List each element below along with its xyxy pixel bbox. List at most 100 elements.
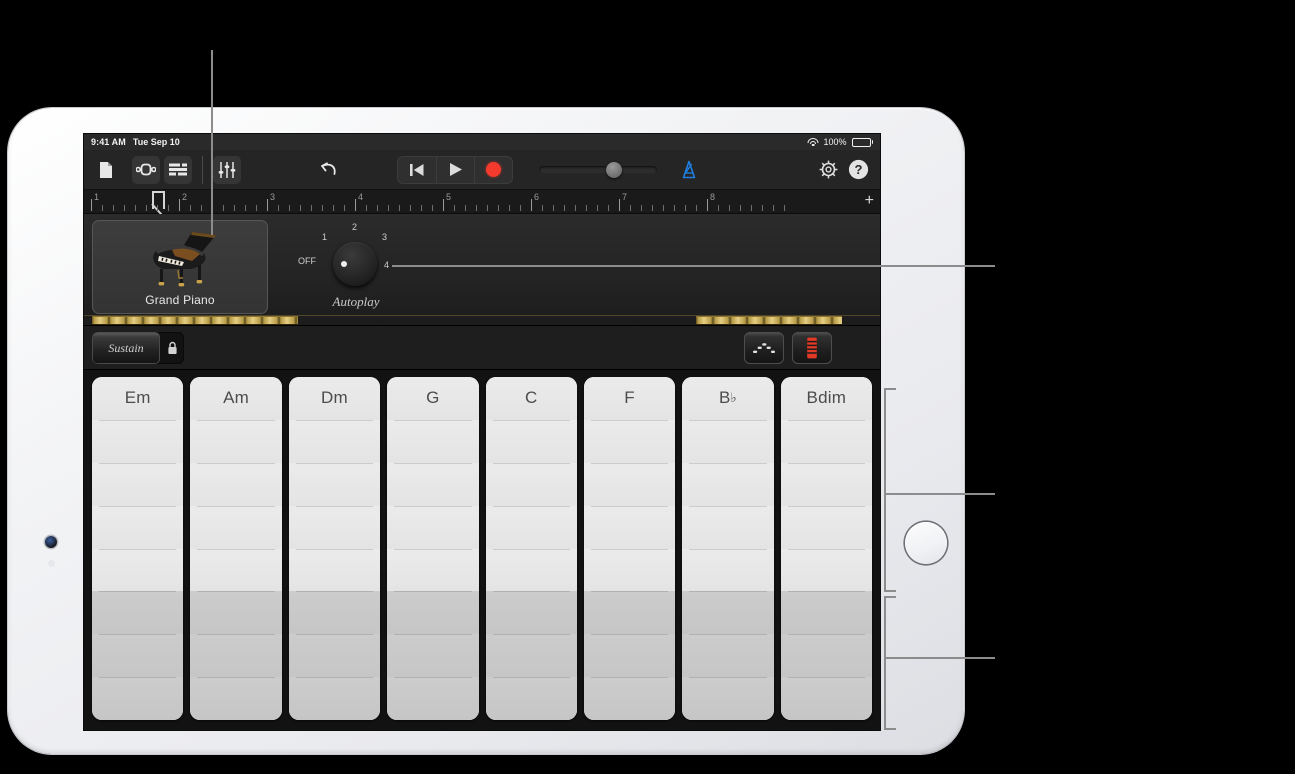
undo-icon[interactable] (313, 156, 341, 184)
chord-strip-row-dark[interactable] (583, 634, 676, 678)
chord-strip[interactable]: B♭ (682, 377, 774, 720)
chord-strip-row-light[interactable] (288, 462, 381, 506)
loop-browser-icon[interactable] (132, 155, 160, 184)
master-volume-slider[interactable] (539, 161, 657, 178)
autoplay-label-off[interactable]: OFF (298, 256, 316, 266)
chord-strip-header[interactable]: G (387, 377, 479, 420)
autoplay-label-4[interactable]: 4 (384, 260, 389, 270)
chord-strip-row-light[interactable] (288, 419, 381, 463)
chord-strip-row-dark[interactable] (682, 591, 774, 635)
record-icon[interactable] (474, 156, 512, 183)
chord-strip-row-light[interactable] (780, 419, 872, 463)
chord-strip-row-light[interactable] (387, 419, 479, 463)
autoplay-label-3[interactable]: 3 (382, 232, 387, 242)
chord-strip-row-dark[interactable] (583, 591, 676, 635)
chord-strip-row-dark[interactable] (485, 591, 577, 635)
chord-strip-row-light[interactable] (92, 462, 184, 506)
chord-strip-row-light[interactable] (288, 505, 381, 549)
chord-strip[interactable]: G (387, 377, 479, 720)
chord-strip-row-light[interactable] (485, 462, 577, 506)
chord-strip[interactable]: Em (92, 377, 184, 720)
chord-strip-row-dark[interactable] (92, 677, 184, 720)
document-icon[interactable] (92, 156, 120, 184)
chord-strip-row-dark[interactable] (682, 677, 774, 720)
chord-strip-row-light[interactable] (682, 548, 774, 592)
chord-strip-row-light[interactable] (387, 505, 479, 549)
chord-strip-row-dark[interactable] (387, 634, 479, 678)
chord-strip-row-light[interactable] (190, 505, 282, 549)
chord-strip-header[interactable]: Am (190, 377, 282, 420)
rewind-icon[interactable] (398, 157, 436, 183)
home-button-icon[interactable] (905, 522, 947, 564)
chord-strip-row-dark[interactable] (780, 634, 872, 678)
arpeggiator-icon[interactable] (744, 332, 784, 364)
chord-strip-row-light[interactable] (583, 419, 676, 463)
chord-strip-row-dark[interactable] (682, 634, 774, 678)
plus-icon[interactable]: + (865, 193, 874, 209)
chord-strip-row-light[interactable] (780, 462, 872, 506)
chord-strip-row-dark[interactable] (288, 634, 381, 678)
chord-strip-row-dark[interactable] (485, 634, 577, 678)
chord-strip-row-dark[interactable] (190, 591, 282, 635)
chord-strip-header[interactable]: Bdim (780, 377, 872, 420)
chord-strip-row-dark[interactable] (190, 677, 282, 720)
track-controls-icon[interactable] (213, 155, 241, 184)
chord-strip-row-light[interactable] (190, 462, 282, 506)
sustain-button[interactable]: Sustain (92, 332, 160, 364)
help-question-icon[interactable]: ? (844, 156, 872, 184)
chord-strip-row-dark[interactable] (190, 634, 282, 678)
chord-strip-row-light[interactable] (485, 505, 577, 549)
master-volume-knob[interactable] (606, 161, 622, 178)
chord-strip-row-dark[interactable] (92, 634, 184, 678)
autoplay-label-1[interactable]: 1 (322, 232, 327, 242)
chord-strip-row-light[interactable] (190, 419, 282, 463)
chord-strip[interactable]: C (485, 377, 577, 720)
chord-strip-row-light[interactable] (780, 548, 872, 592)
chord-strip[interactable]: Am (190, 377, 282, 720)
chord-strip-header[interactable]: Dm (288, 377, 381, 420)
chord-strip-row-light[interactable] (583, 505, 676, 549)
timeline-ruler[interactable]: + 1 2 3 4 5 6 7 8 (84, 190, 880, 214)
chord-strip-row-dark[interactable] (485, 677, 577, 720)
chord-strip-row-light[interactable] (682, 505, 774, 549)
chord-strip-header[interactable]: F (583, 377, 676, 420)
chord-strip-row-light[interactable] (780, 505, 872, 549)
chord-strip-row-dark[interactable] (583, 677, 676, 720)
chord-strip-row-light[interactable] (190, 548, 282, 592)
autoplay-label-2[interactable]: 2 (352, 222, 357, 232)
chord-strip[interactable]: Bdim (780, 377, 872, 720)
playhead-marker[interactable] (152, 191, 165, 209)
instrument-card[interactable]: Grand Piano (92, 220, 268, 314)
lock-icon[interactable] (160, 332, 184, 364)
note-bars-icon[interactable] (792, 332, 832, 364)
chord-strip-row-light[interactable] (288, 548, 381, 592)
chord-strip-header[interactable]: B♭ (682, 377, 774, 420)
chord-strip-row-dark[interactable] (780, 677, 872, 720)
chord-strip-row-light[interactable] (485, 419, 577, 463)
chord-strip-header[interactable]: C (485, 377, 577, 420)
chord-strip-row-dark[interactable] (92, 591, 184, 635)
chord-strip-row-dark[interactable] (387, 591, 479, 635)
chord-strip-header[interactable]: Em (92, 377, 184, 420)
autoplay-knob[interactable] (333, 242, 377, 286)
chord-strip-row-light[interactable] (92, 419, 184, 463)
chord-strip-row-light[interactable] (387, 548, 479, 592)
chord-strip-row-dark[interactable] (780, 591, 872, 635)
chord-strip-row-light[interactable] (92, 505, 184, 549)
chord-strip[interactable]: F (583, 377, 676, 720)
metronome-icon[interactable] (675, 156, 703, 184)
chord-strip-row-dark[interactable] (288, 591, 381, 635)
chord-strip-row-dark[interactable] (288, 677, 381, 720)
chord-strip-row-light[interactable] (682, 462, 774, 506)
chord-strip-row-light[interactable] (583, 462, 676, 506)
chord-strip-row-light[interactable] (682, 419, 774, 463)
settings-gear-icon[interactable] (814, 156, 842, 184)
chord-strip-row-light[interactable] (485, 548, 577, 592)
chord-strip-row-dark[interactable] (387, 677, 479, 720)
chord-strip-row-light[interactable] (583, 548, 676, 592)
play-icon[interactable] (436, 156, 474, 183)
chord-strip-row-light[interactable] (92, 548, 184, 592)
chord-strip[interactable]: Dm (288, 377, 381, 720)
chord-strip-row-light[interactable] (387, 462, 479, 506)
tracks-view-icon[interactable] (164, 155, 192, 184)
